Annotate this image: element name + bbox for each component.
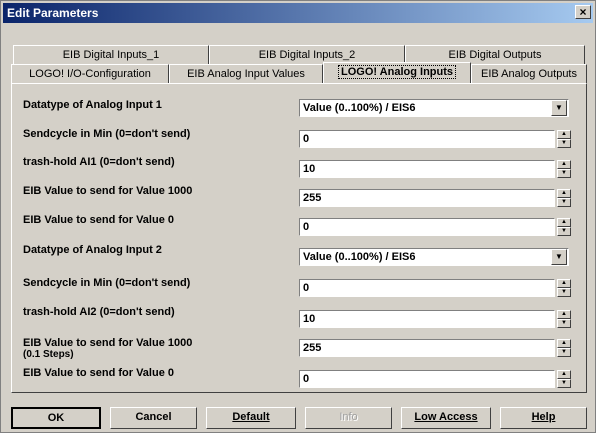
spin-down-icon[interactable]: ▼ [557,227,571,236]
spin-down-icon[interactable]: ▼ [557,139,571,148]
param-label: Datatype of Analog Input 2 [23,244,162,256]
param-label: EIB Value to send for Value 1000 [23,185,193,197]
spin-down-icon[interactable]: ▼ [557,319,571,328]
spin-down-icon[interactable]: ▼ [557,198,571,207]
eib-value-1000-ai1-input[interactable]: 255 [299,189,555,207]
spin-up-icon[interactable]: ▲ [557,160,571,169]
tab-row-back: EIB Digital Inputs_1 EIB Digital Inputs_… [13,45,585,64]
datatype-analog-input-1-select[interactable]: Value (0..100%) / EIS6 [299,99,569,117]
title-bar[interactable]: Edit Parameters × [3,3,593,23]
spin-up-icon[interactable]: ▲ [557,218,571,227]
chevron-down-icon[interactable]: ▼ [551,100,567,116]
low-access-button[interactable]: Low Access [401,407,491,429]
spin-down-icon[interactable]: ▼ [557,379,571,388]
threshold-ai2-input[interactable]: 10 [299,310,555,328]
spin-up-icon[interactable]: ▲ [557,189,571,198]
default-button[interactable]: Default [206,407,296,429]
eib-value-1000-ai2-input[interactable]: 255 [299,339,555,357]
param-label: EIB Value to send for Value 0 [23,214,174,226]
param-label: Sendcycle in Min (0=don't send) [23,128,191,140]
close-button[interactable]: × [575,5,591,19]
spin-buttons[interactable]: ▲ ▼ [557,310,571,328]
spin-down-icon[interactable]: ▼ [557,348,571,357]
spin-up-icon[interactable]: ▲ [557,310,571,319]
cancel-button[interactable]: Cancel [110,407,197,429]
spin-up-icon[interactable]: ▲ [557,339,571,348]
param-label: trash-hold AI2 (0=don't send) [23,306,175,318]
tab-logo-io-configuration[interactable]: LOGO! I/O-Configuration [11,64,169,83]
spin-up-icon[interactable]: ▲ [557,130,571,139]
param-label: Datatype of Analog Input 1 [23,99,162,111]
help-button[interactable]: Help [500,407,587,429]
tab-logo-analog-inputs[interactable]: LOGO! Analog Inputs [323,62,471,83]
edit-parameters-dialog: Edit Parameters × EIB Digital Inputs_1 E… [0,0,596,433]
window-title: Edit Parameters [7,6,99,20]
tab-eib-analog-outputs[interactable]: EIB Analog Outputs [471,64,587,83]
info-button[interactable]: Info [305,407,392,429]
param-label: Sendcycle in Min (0=don't send) [23,277,191,289]
param-label-text: EIB Value to send for Value 1000 [23,337,193,349]
spin-buttons[interactable]: ▲ ▼ [557,160,571,178]
datatype-analog-input-2-select[interactable]: Value (0..100%) / EIS6 [299,248,569,266]
threshold-ai1-input[interactable]: 10 [299,160,555,178]
spin-up-icon[interactable]: ▲ [557,279,571,288]
spin-buttons[interactable]: ▲ ▼ [557,130,571,148]
eib-value-0-ai2-input[interactable]: 0 [299,370,555,388]
spin-up-icon[interactable]: ▲ [557,370,571,379]
tab-eib-analog-input-values[interactable]: EIB Analog Input Values [169,64,323,83]
ok-button[interactable]: OK [11,407,101,429]
spin-down-icon[interactable]: ▼ [557,288,571,297]
spin-buttons[interactable]: ▲ ▼ [557,339,571,357]
sendcycle-ai2-input[interactable]: 0 [299,279,555,297]
chevron-down-icon[interactable]: ▼ [551,249,567,265]
spin-buttons[interactable]: ▲ ▼ [557,370,571,388]
tab-row-front: LOGO! I/O-Configuration EIB Analog Input… [11,62,587,83]
param-label: EIB Value to send for Value 1000 (0.1 St… [23,337,192,360]
param-label: EIB Value to send for Value 0 [23,367,174,379]
spin-buttons[interactable]: ▲ ▼ [557,189,571,207]
spin-buttons[interactable]: ▲ ▼ [557,218,571,236]
param-label: trash-hold AI1 (0=don't send) [23,156,175,168]
eib-value-0-ai1-input[interactable]: 0 [299,218,555,236]
tab-eib-digital-inputs-1[interactable]: EIB Digital Inputs_1 [13,45,209,64]
param-sublabel: (0.1 Steps) [23,349,74,360]
spin-buttons[interactable]: ▲ ▼ [557,279,571,297]
spin-down-icon[interactable]: ▼ [557,169,571,178]
sendcycle-ai1-input[interactable]: 0 [299,130,555,148]
